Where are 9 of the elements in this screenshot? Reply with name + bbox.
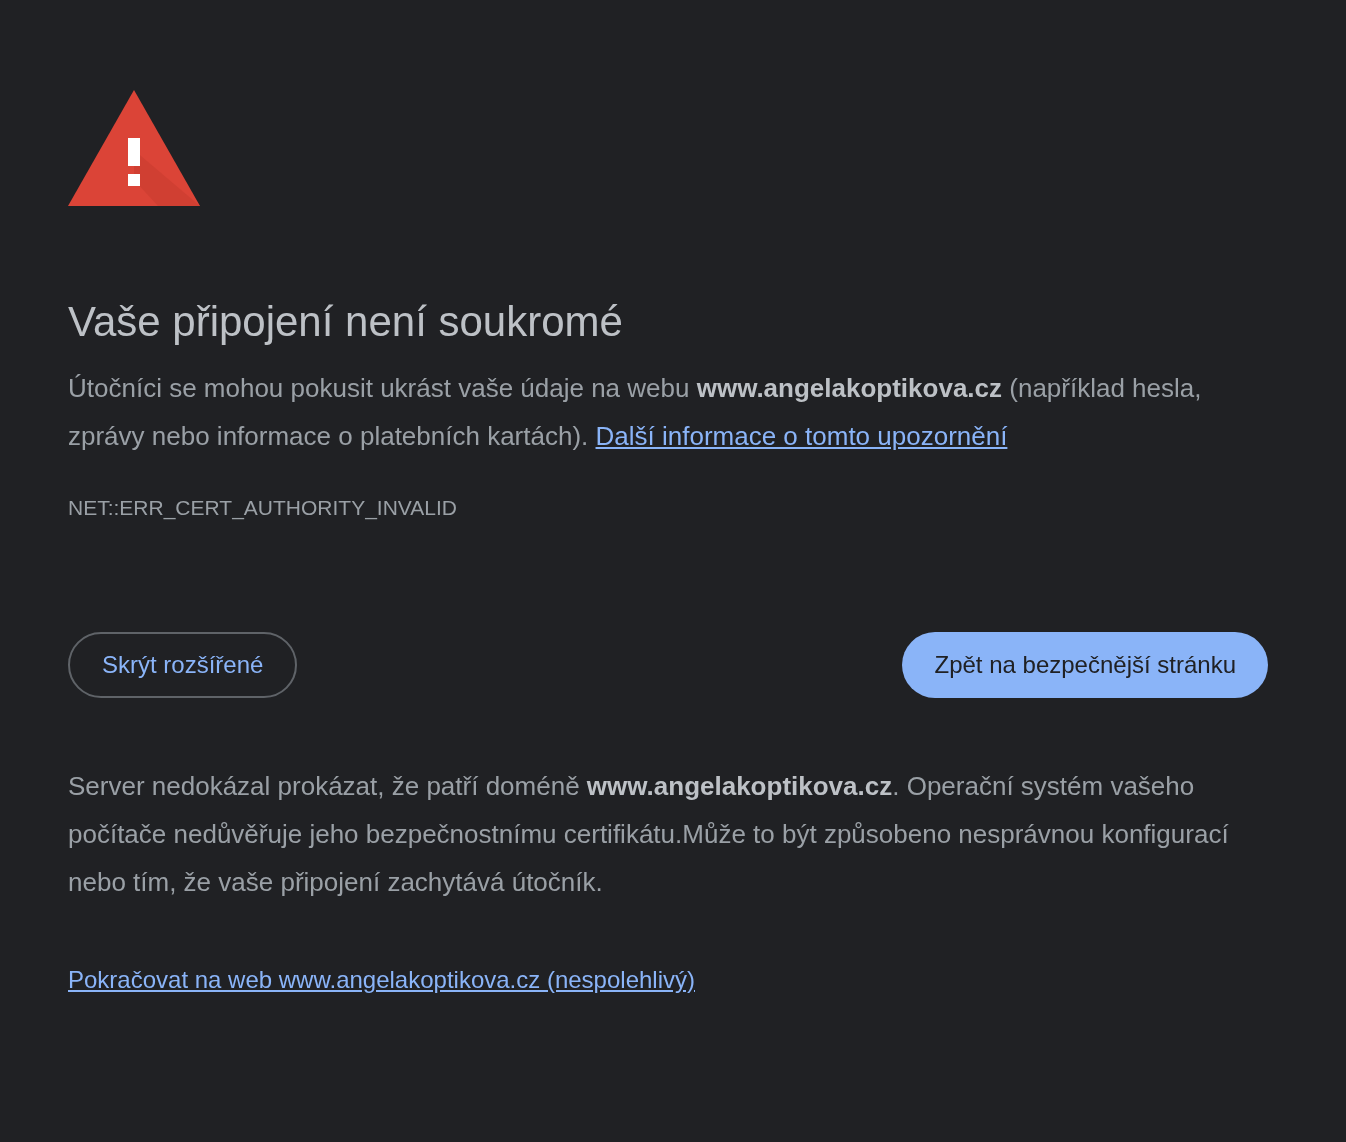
details-message: Server nedokázal prokázat, že patří doméně www.angelakoptikova.cz. Operační systém vašeho počítače nedůvěřuje jeho bezpečnostnímu certifikátu.Může to být způsobeno nesprávnou konfigurací nebo tím, že vaše připojení zachytává útočník.: [68, 770, 1230, 899]
hide-advanced-button[interactable]: Skrýt rozšířené: [68, 632, 298, 698]
warning-message: Útočníci se mohou pokusit ukrást vaše údaje na webu www.angelakoptikova.cz (například hesla, zprávy nebo informace o platebních kartách). Další informace o tomto upozornění: [68, 372, 1203, 453]
learn-more-link[interactable]: Další informace o tomto upozornění: [595, 421, 1008, 451]
back-to-safety-button[interactable]: Zpět na bezpečnější stránku: [902, 632, 1268, 698]
warning-icon: [68, 90, 200, 206]
proceed-link[interactable]: Pokračovat na web www.angelakoptikova.cz (nespolehlivý): [68, 966, 695, 994]
error-code: NET::ERR_CERT_AUTHORITY_INVALID: [68, 496, 457, 520]
page-heading: Vaše připojení není soukromé: [68, 297, 623, 347]
